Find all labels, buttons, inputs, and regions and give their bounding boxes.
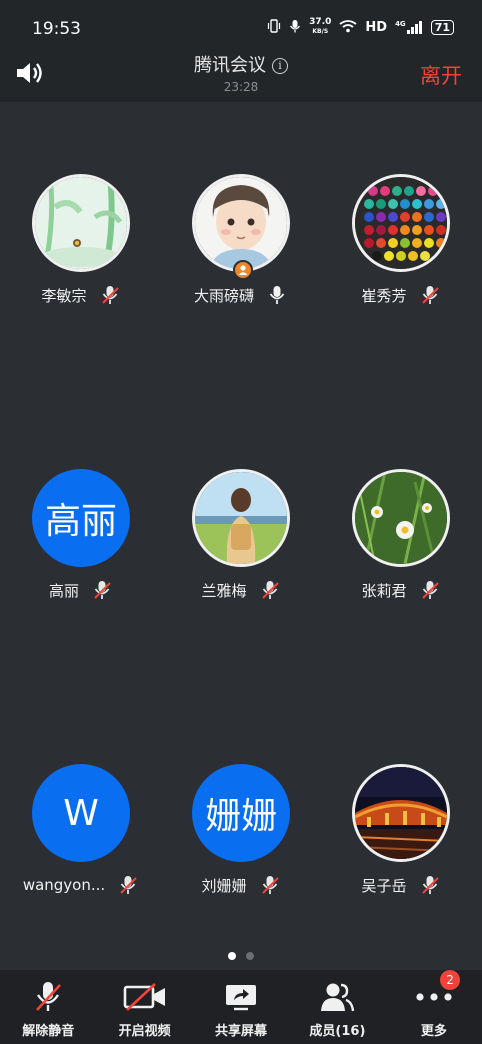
participant-tile[interactable]: W wangyon...	[1, 764, 161, 914]
participant-tile[interactable]: 吴子岳	[321, 764, 481, 914]
members-icon	[319, 980, 355, 1014]
mic-muted-icon	[99, 284, 121, 306]
participant-name: 李敏宗	[41, 286, 87, 305]
host-badge-icon	[233, 260, 253, 280]
status-icons: 37.0 KB/S HD 4G 71	[267, 18, 454, 36]
participant-name-row: 崔秀芳	[321, 284, 481, 306]
participant-grid: 李敏宗 大雨磅礴 崔秀芳 高丽 高丽 兰雅梅 张莉君 W wangyon... …	[0, 102, 482, 968]
participant-name: 张莉君	[361, 581, 407, 600]
network-speed-value: 37.0	[309, 17, 332, 27]
participant-name-row: 张莉君	[321, 579, 481, 601]
page-dot[interactable]	[246, 952, 254, 960]
status-bar: 19:53 37.0 KB/S HD 4G 71	[0, 0, 482, 50]
participant-name: 崔秀芳	[361, 286, 407, 305]
share-screen-icon	[223, 980, 259, 1014]
participant-name: wangyon...	[22, 876, 106, 894]
clock: 19:53	[32, 19, 81, 39]
network-speed-unit: KB/S	[312, 28, 329, 35]
mic-muted-icon	[91, 579, 113, 601]
participant-name: 兰雅梅	[201, 581, 247, 600]
unmute-label: 解除静音	[22, 1024, 75, 1039]
participant-tile[interactable]: 张莉君	[321, 469, 481, 619]
cell-signal-icon: 4G	[395, 20, 423, 34]
avatar	[192, 469, 290, 567]
participant-name-row: 李敏宗	[1, 284, 161, 306]
mic-muted-icon	[33, 980, 63, 1014]
mic-muted-icon	[117, 874, 139, 896]
participant-tile[interactable]: 兰雅梅	[161, 469, 321, 619]
participant-name-row: 吴子岳	[321, 874, 481, 896]
participant-name: 高丽	[48, 581, 79, 600]
participant-name-row: 刘姗姗	[161, 874, 321, 896]
start-video-label: 开启视频	[118, 1024, 171, 1039]
participant-name-row: 兰雅梅	[161, 579, 321, 601]
wifi-icon	[339, 19, 357, 36]
members-label: 成员(16)	[309, 1024, 366, 1039]
notification-badge: 2	[440, 970, 461, 990]
more-label: 更多	[420, 1024, 447, 1039]
hd-voice-indicator: HD	[365, 19, 388, 35]
mic-muted-icon	[419, 874, 441, 896]
mic-muted-icon	[419, 284, 441, 306]
more-button[interactable]: 2 更多	[386, 970, 482, 1044]
start-video-button[interactable]: 开启视频	[96, 970, 192, 1044]
avatar: 高丽	[32, 469, 130, 567]
unmute-button[interactable]: 解除静音	[0, 970, 96, 1044]
participant-tile[interactable]: 姗姗 刘姗姗	[161, 764, 321, 914]
page-indicator[interactable]	[0, 952, 482, 960]
avatar	[32, 174, 130, 272]
avatar: 姗姗	[192, 764, 290, 862]
network-type: 4G	[395, 20, 406, 28]
participant-tile[interactable]: 高丽 高丽	[1, 469, 161, 619]
mic-on-icon	[266, 284, 288, 306]
participant-name: 吴子岳	[361, 876, 407, 895]
share-screen-label: 共享屏幕	[215, 1024, 268, 1039]
meeting-toolbar: 解除静音 开启视频 共享屏幕 成员(16) 2 更多	[0, 970, 482, 1044]
meeting-title-block: 腾讯会议 i 23:28	[0, 51, 482, 94]
leave-button[interactable]: 离开	[420, 60, 462, 90]
participant-name-row: wangyon...	[1, 874, 161, 896]
avatar: W	[32, 764, 130, 862]
participant-name: 刘姗姗	[201, 876, 247, 895]
network-speed: 37.0 KB/S	[309, 18, 331, 36]
meeting-duration: 23:28	[223, 80, 259, 94]
info-icon[interactable]: i	[272, 58, 288, 74]
participant-tile[interactable]: 崔秀芳	[321, 174, 481, 324]
avatar	[352, 764, 450, 862]
avatar	[352, 469, 450, 567]
vibrate-icon	[267, 18, 281, 36]
page-dot-active[interactable]	[228, 952, 236, 960]
share-screen-button[interactable]: 共享屏幕	[193, 970, 289, 1044]
mic-muted-icon	[259, 579, 281, 601]
avatar	[192, 174, 290, 272]
mic-muted-icon	[259, 874, 281, 896]
participant-name-row: 大雨磅礴	[161, 284, 321, 306]
mic-status-icon	[289, 19, 301, 36]
mic-muted-icon	[419, 579, 441, 601]
members-button[interactable]: 成员(16)	[289, 970, 385, 1044]
participant-name-row: 高丽	[1, 579, 161, 601]
meeting-header: 腾讯会议 i 23:28 离开	[0, 50, 482, 102]
participant-tile[interactable]: 李敏宗	[1, 174, 161, 324]
avatar	[352, 174, 450, 272]
meeting-title: 腾讯会议	[194, 55, 266, 76]
participant-tile[interactable]: 大雨磅礴	[161, 174, 321, 324]
participant-name: 大雨磅礴	[193, 286, 254, 305]
battery-indicator: 71	[430, 19, 454, 35]
video-off-icon	[123, 980, 167, 1014]
